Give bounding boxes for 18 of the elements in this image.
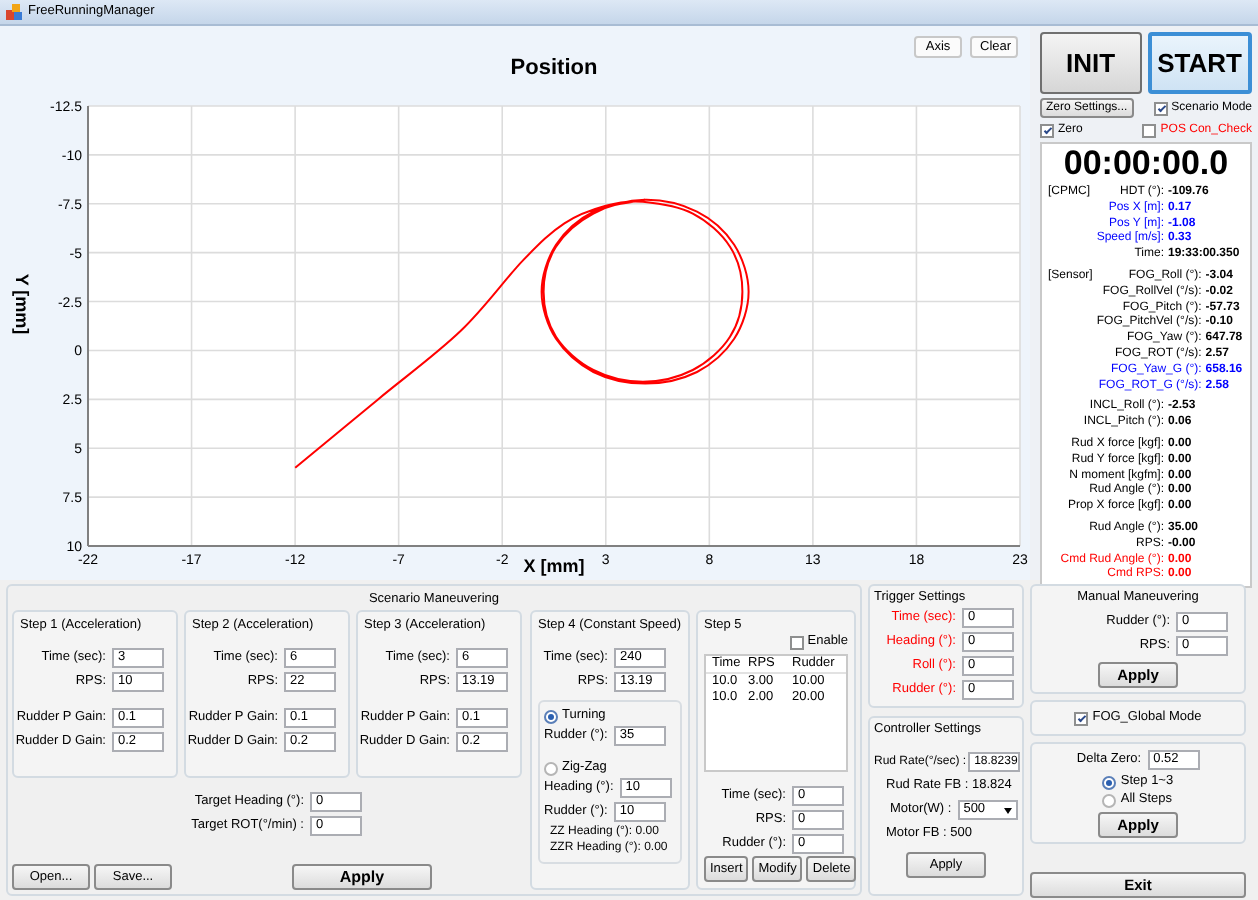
caret-icon bbox=[1003, 807, 1012, 813]
axis-title: X [mm] bbox=[523, 556, 585, 576]
clock-display: 00:00:00.0 bbox=[1061, 146, 1231, 180]
axis-title: Y [mm] bbox=[12, 272, 32, 334]
big-button[interactable]: START bbox=[1147, 32, 1252, 94]
checkbox[interactable] bbox=[1040, 123, 1054, 137]
checkbox[interactable] bbox=[1142, 123, 1157, 137]
app-icon bbox=[6, 4, 22, 20]
chart-title: Position bbox=[510, 56, 598, 80]
checkbox[interactable] bbox=[789, 635, 804, 649]
radio-button[interactable] bbox=[544, 709, 558, 723]
apply-button[interactable]: Apply bbox=[292, 864, 432, 890]
big-button[interactable]: INIT bbox=[1040, 32, 1141, 94]
radio-button[interactable] bbox=[544, 761, 558, 775]
checkbox[interactable] bbox=[1153, 101, 1168, 115]
checkbox[interactable] bbox=[1074, 711, 1089, 725]
radio-button[interactable] bbox=[1102, 775, 1117, 789]
radio-button[interactable] bbox=[1102, 793, 1117, 807]
